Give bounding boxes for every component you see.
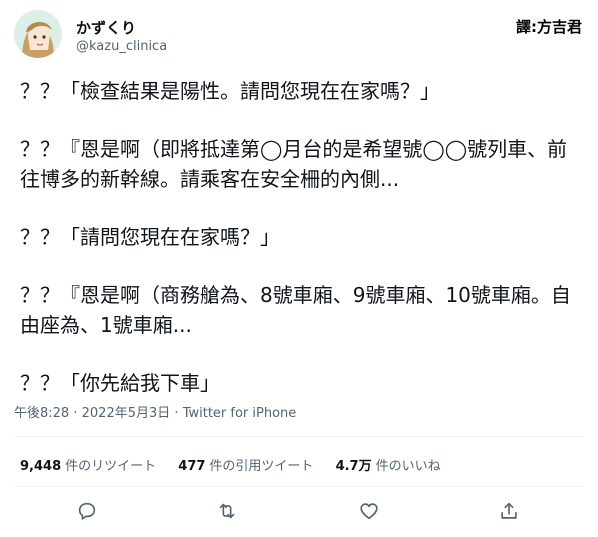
- share-icon: [501, 502, 517, 519]
- tweet-source[interactable]: Twitter for iPhone: [183, 406, 297, 421]
- like-button[interactable]: [358, 500, 384, 526]
- meta-separator: ·: [174, 406, 179, 421]
- retweet-icon: [219, 503, 235, 519]
- retweet-count-value: 9,448: [20, 459, 62, 474]
- tweet-meta: 午後8:28 · 2022年5月3日 · Twitter for iPhone: [14, 402, 296, 421]
- quote-count-value: 477: [178, 459, 206, 474]
- tweet-paragraph: ？？『恩是啊（商務艙為、8號車廂、9號車廂、10號車廂。自由座為、1號車廂...: [20, 283, 571, 337]
- meta-separator: ·: [73, 406, 78, 421]
- share-button[interactable]: [498, 500, 524, 526]
- tweet-stats: 9,448 件のリツイート 477 件の引用ツイート 4.7万 件のいいね: [20, 455, 459, 474]
- retweet-button[interactable]: [216, 500, 242, 526]
- like-count[interactable]: 4.7万 件のいいね: [336, 455, 441, 474]
- heart-icon: [360, 503, 378, 520]
- avatar[interactable]: [14, 10, 62, 58]
- tweet-paragraph: ？？「檢查結果是陽性。請問您現在在家嗎？」: [20, 79, 440, 103]
- retweet-count[interactable]: 9,448 件のリツイート: [20, 455, 156, 474]
- divider: [14, 436, 584, 437]
- tweet-paragraph: ？？「你先給我下車」: [20, 371, 220, 395]
- retweet-count-label: 件のリツイート: [65, 459, 157, 474]
- reply-icon: [78, 502, 96, 520]
- tweet-date[interactable]: 2022年5月3日: [82, 406, 171, 421]
- tweet-paragraph: ？？「請問您現在在家嗎？」: [20, 225, 280, 249]
- reply-button[interactable]: [76, 500, 102, 526]
- tweet-text: ？？「檢查結果是陽性。請問您現在在家嗎？」 ？？『恩是啊（即將抵達第◯月台的是希…: [20, 76, 582, 398]
- translator-watermark: 譯:方吉君: [516, 18, 582, 36]
- avatar-illustration: [14, 10, 62, 58]
- quote-count-label: 件の引用ツイート: [209, 459, 314, 474]
- display-name[interactable]: かずくり: [76, 17, 136, 38]
- tweet-paragraph: ？？『恩是啊（即將抵達第◯月台的是希望號◯◯號列車、前往博多的新幹線。請乘客在安…: [20, 137, 568, 191]
- tweet-time[interactable]: 午後8:28: [14, 406, 69, 421]
- divider: [14, 486, 584, 487]
- user-handle[interactable]: @kazu_clinica: [76, 39, 167, 54]
- tweet-actions: [0, 498, 598, 528]
- like-count-value: 4.7万: [335, 459, 372, 474]
- like-count-label: 件のいいね: [375, 459, 441, 474]
- quote-count[interactable]: 477 件の引用ツイート: [178, 455, 313, 474]
- tweet-header: かずくり @kazu_clinica 譯:方吉君: [14, 10, 584, 60]
